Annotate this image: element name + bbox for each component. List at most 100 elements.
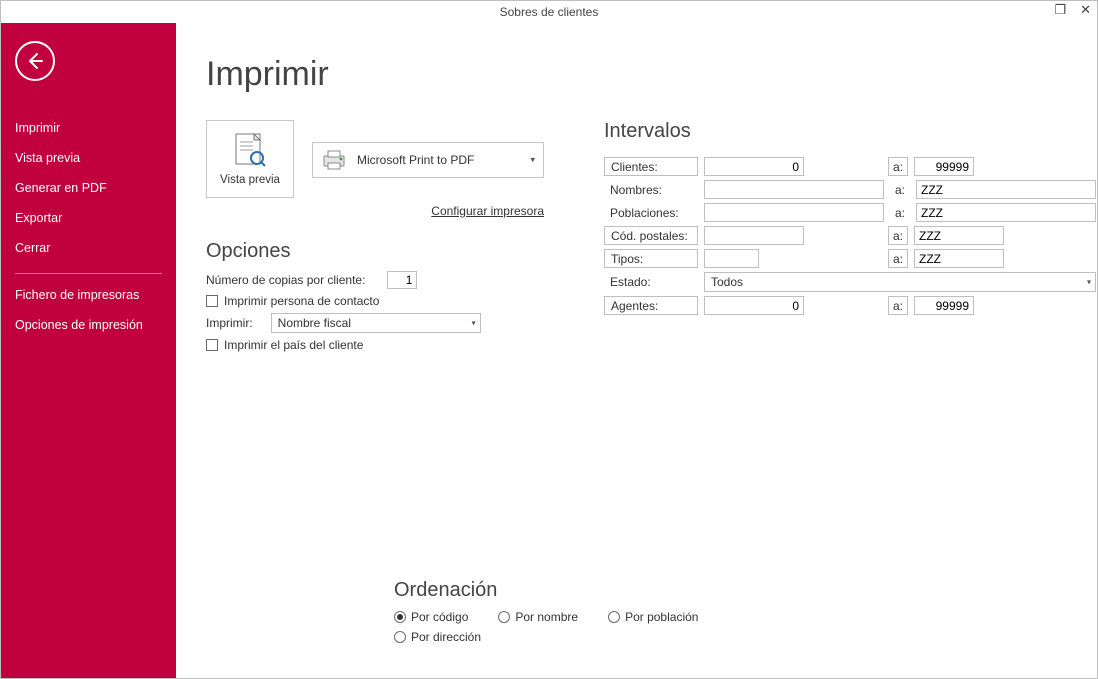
chevron-down-icon: ▾ (530, 155, 535, 166)
print-field-row: Imprimir: Nombre fiscal ▾ (206, 313, 544, 333)
orden-poblacion-label: Por población (625, 610, 698, 624)
titlebar: Sobres de clientes ❐ ✕ (1, 1, 1097, 23)
agentes-label: Agentes: (611, 299, 658, 313)
clientes-label-button[interactable]: Clientes: (604, 157, 698, 176)
orden-codigo[interactable]: Por código (394, 610, 468, 624)
a-label: a: (890, 183, 910, 197)
left-column: Vista previa Microsoft Print to (206, 120, 544, 357)
orden-row-2: Por dirección (394, 630, 1067, 644)
page-title: Imprimir (206, 55, 1067, 94)
a-label: a: (893, 299, 903, 313)
sidebar-item-label: Exportar (15, 211, 62, 225)
iv-row-nombres: Nombres: a: (604, 180, 1096, 199)
orden-direccion[interactable]: Por dirección (394, 630, 481, 644)
configure-printer-label: Configurar impresora (431, 204, 544, 218)
a-label: a: (893, 252, 903, 266)
body: Imprimir Vista previa Generar en PDF Exp… (1, 23, 1097, 678)
tipos-to-input[interactable] (914, 249, 1004, 268)
codpost-a-button[interactable]: a: (888, 226, 908, 245)
print-country-label: Imprimir el país del cliente (224, 338, 363, 352)
orden-codigo-label: Por código (411, 610, 468, 624)
sidebar-item-label: Generar en PDF (15, 181, 107, 195)
close-icon[interactable]: ✕ (1080, 3, 1091, 16)
window: Sobres de clientes ❐ ✕ Imprimir Vista pr… (0, 0, 1098, 679)
codpost-label-button[interactable]: Cód. postales: (604, 226, 698, 245)
agentes-a-button[interactable]: a: (888, 296, 908, 315)
configure-printer-link[interactable]: Configurar impresora (206, 204, 544, 218)
back-button[interactable] (15, 41, 55, 81)
window-title: Sobres de clientes (500, 5, 599, 19)
tipos-label-button[interactable]: Tipos: (604, 249, 698, 268)
intervalos-heading: Intervalos (604, 120, 1096, 143)
print-contact-row: Imprimir persona de contacto (206, 294, 544, 308)
clientes-label: Clientes: (611, 160, 658, 174)
agentes-label-button[interactable]: Agentes: (604, 296, 698, 315)
nombres-to-input[interactable] (916, 180, 1096, 199)
sidebar-item-imprimir[interactable]: Imprimir (15, 113, 162, 143)
print-contact-checkbox[interactable] (206, 295, 218, 307)
printer-name: Microsoft Print to PDF (357, 153, 474, 167)
estado-value: Todos (711, 275, 743, 289)
codpost-from-input[interactable] (704, 226, 804, 245)
print-country-row: Imprimir el país del cliente (206, 338, 544, 352)
print-field-select[interactable]: Nombre fiscal ▾ (271, 313, 481, 333)
ordenacion-heading: Ordenación (394, 579, 1067, 602)
iv-row-clientes: Clientes: a: (604, 157, 1096, 176)
maximize-icon[interactable]: ❐ (1054, 3, 1066, 16)
radio-icon (608, 611, 620, 623)
orden-nombre[interactable]: Por nombre (498, 610, 578, 624)
sidebar-item-generar-pdf[interactable]: Generar en PDF (15, 173, 162, 203)
preview-row: Vista previa Microsoft Print to (206, 120, 544, 198)
iv-row-poblaciones: Poblaciones: a: (604, 203, 1096, 222)
sidebar-item-label: Imprimir (15, 121, 60, 135)
clientes-to-input[interactable] (914, 157, 974, 176)
sidebar-item-fichero-impresoras[interactable]: Fichero de impresoras (15, 280, 162, 310)
codpost-label: Cód. postales: (611, 229, 688, 243)
chevron-down-icon: ▾ (472, 319, 476, 328)
vista-previa-button[interactable]: Vista previa (206, 120, 294, 198)
poblaciones-from-input[interactable] (704, 203, 884, 222)
agentes-to-input[interactable] (914, 296, 974, 315)
tipos-label: Tipos: (611, 252, 643, 266)
agentes-from-input[interactable] (704, 296, 804, 315)
sidebar-item-opciones-impresion[interactable]: Opciones de impresión (15, 310, 162, 340)
print-field-label: Imprimir: (206, 316, 253, 330)
printer-select[interactable]: Microsoft Print to PDF ▾ (312, 142, 544, 178)
a-label: a: (890, 206, 910, 220)
copies-input[interactable] (387, 271, 417, 289)
opciones-heading: Opciones (206, 240, 544, 263)
iv-row-codpost: Cód. postales: a: (604, 226, 1096, 245)
orden-nombre-label: Por nombre (515, 610, 578, 624)
sidebar-item-label: Fichero de impresoras (15, 288, 139, 302)
back-arrow-icon (25, 51, 45, 71)
sidebar: Imprimir Vista previa Generar en PDF Exp… (1, 23, 176, 678)
tipos-a-button[interactable]: a: (888, 249, 908, 268)
nombres-from-input[interactable] (704, 180, 884, 199)
orden-direccion-label: Por dirección (411, 630, 481, 644)
ordenacion-block: Ordenación Por código Por nombre Por pob… (394, 579, 1067, 650)
orden-poblacion[interactable]: Por población (608, 610, 698, 624)
sidebar-item-exportar[interactable]: Exportar (15, 203, 162, 233)
poblaciones-label: Poblaciones: (604, 206, 698, 220)
upper-columns: Vista previa Microsoft Print to (206, 120, 1067, 357)
a-label: a: (893, 160, 903, 174)
sidebar-item-vista-previa[interactable]: Vista previa (15, 143, 162, 173)
intervalos-column: Intervalos Clientes: a: Nombres: a: (604, 120, 1096, 319)
clientes-a-button[interactable]: a: (888, 157, 908, 176)
sidebar-item-cerrar[interactable]: Cerrar (15, 233, 162, 263)
radio-icon (394, 611, 406, 623)
iv-row-tipos: Tipos: a: (604, 249, 1096, 268)
radio-icon (394, 631, 406, 643)
vista-previa-label: Vista previa (220, 174, 280, 186)
chevron-down-icon: ▾ (1087, 278, 1091, 287)
copies-row: Número de copias por cliente: (206, 271, 544, 289)
sidebar-item-label: Cerrar (15, 241, 50, 255)
clientes-from-input[interactable] (704, 157, 804, 176)
print-country-checkbox[interactable] (206, 339, 218, 351)
sidebar-divider (15, 273, 162, 274)
print-contact-label: Imprimir persona de contacto (224, 294, 379, 308)
estado-select[interactable]: Todos ▾ (704, 272, 1096, 292)
tipos-from-input[interactable] (704, 249, 759, 268)
codpost-to-input[interactable] (914, 226, 1004, 245)
poblaciones-to-input[interactable] (916, 203, 1096, 222)
